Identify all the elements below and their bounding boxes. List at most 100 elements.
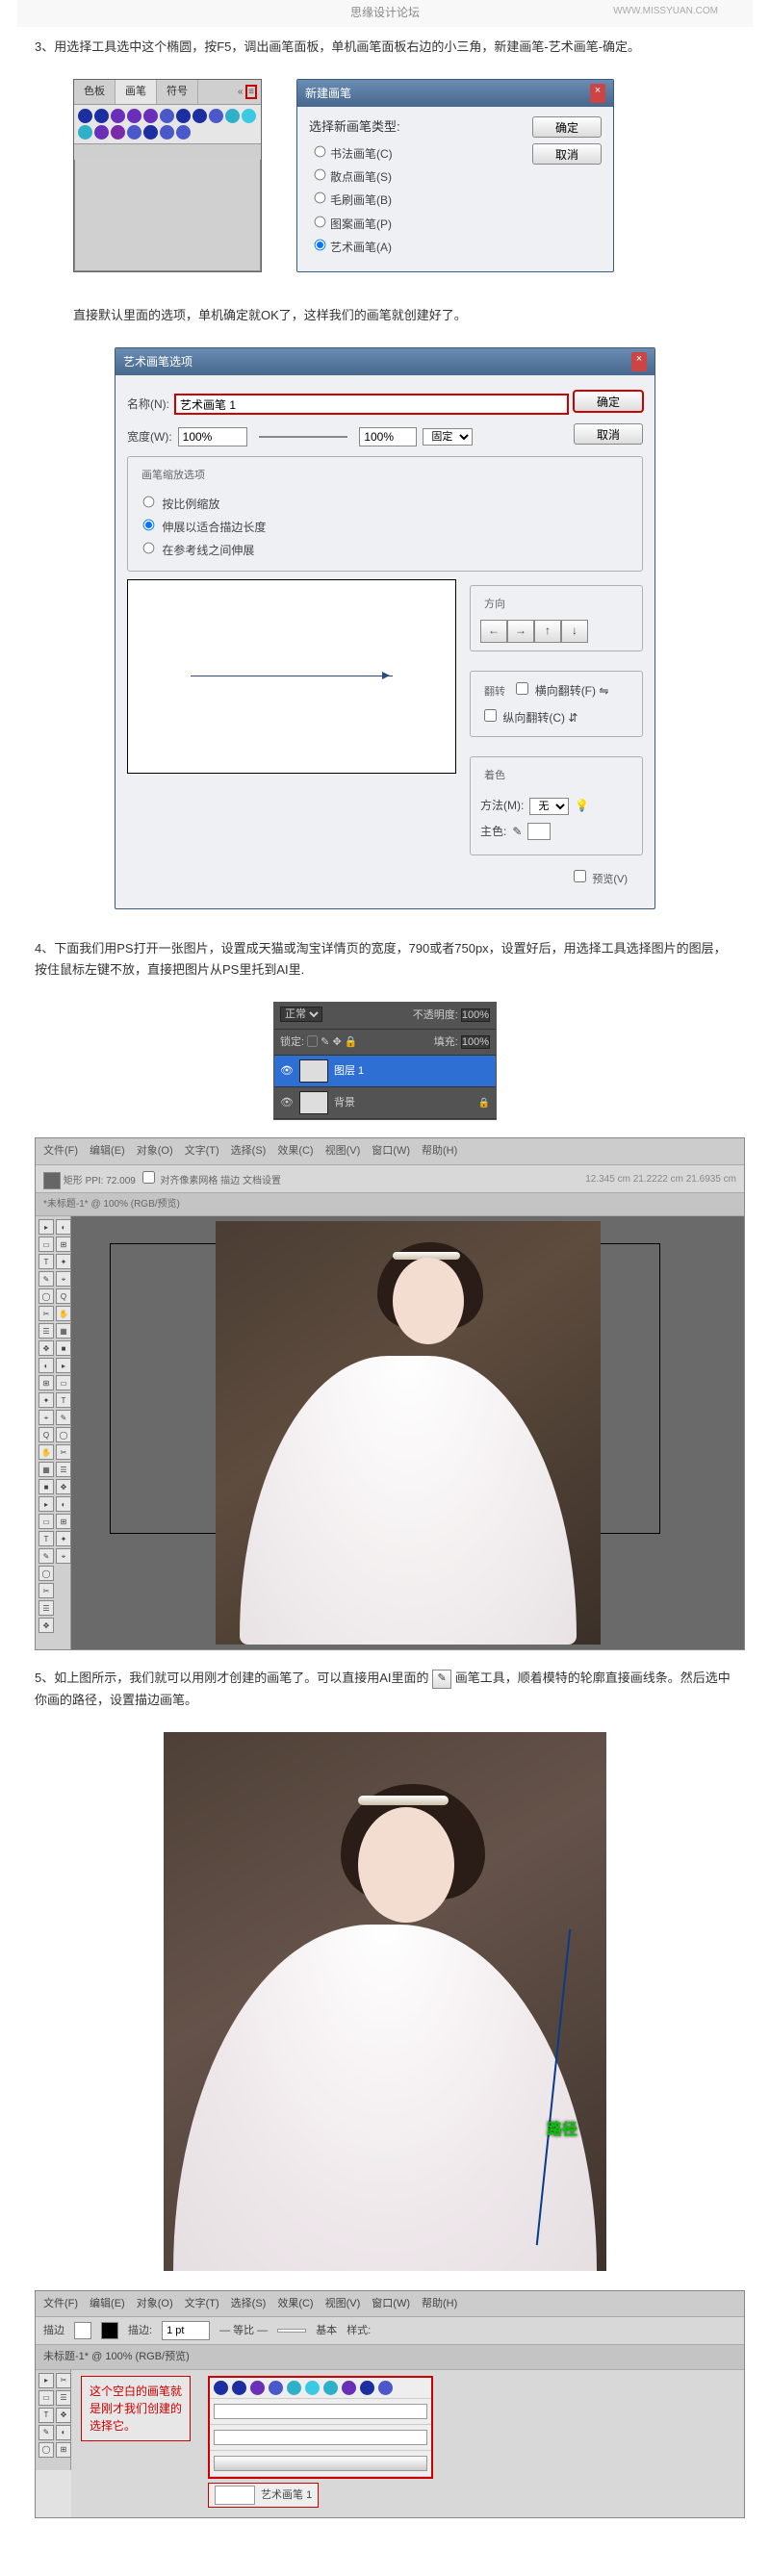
- menu-item[interactable]: 窗口(W): [372, 2295, 410, 2313]
- visibility-icon[interactable]: 👁: [280, 1062, 294, 1081]
- brush-swatch[interactable]: [176, 109, 191, 123]
- bride-photo[interactable]: [216, 1221, 601, 1645]
- tool-button[interactable]: ■: [56, 1340, 71, 1356]
- blend-mode-select[interactable]: 正常: [280, 1007, 322, 1022]
- brush-swatch[interactable]: [192, 109, 207, 123]
- tool-button[interactable]: ⊞: [56, 2442, 71, 2458]
- menu-item[interactable]: 编辑(E): [90, 2295, 125, 2313]
- brush-swatch[interactable]: [94, 125, 109, 140]
- direction-button[interactable]: →: [507, 620, 534, 643]
- menu-item[interactable]: 文件(F): [43, 1142, 78, 1160]
- tool-button[interactable]: T: [56, 1392, 71, 1408]
- tool-button[interactable]: ⊞: [56, 1514, 71, 1529]
- tool-button[interactable]: ✦: [56, 1254, 71, 1269]
- tool-button[interactable]: ✥: [56, 1479, 71, 1494]
- direction-button[interactable]: ↓: [561, 620, 588, 643]
- brush-swatch[interactable]: [269, 2381, 283, 2395]
- brush-preview-slot[interactable]: [277, 2329, 306, 2333]
- menu-item[interactable]: 对象(O): [137, 2295, 173, 2313]
- tool-button[interactable]: ▸: [38, 1496, 54, 1512]
- brush-swatch[interactable]: [111, 109, 125, 123]
- stroke-weight-input[interactable]: [162, 2321, 210, 2340]
- stroke-swatch[interactable]: [101, 2322, 118, 2339]
- menu-item[interactable]: 编辑(E): [90, 1142, 125, 1160]
- tool-button[interactable]: ⌖: [56, 1548, 71, 1564]
- brush-type-option[interactable]: 毛刷画笔(B): [309, 189, 521, 210]
- menu-item[interactable]: 文字(T): [185, 2295, 219, 2313]
- brush-swatch[interactable]: [78, 125, 92, 140]
- tool-button[interactable]: ✂: [38, 1583, 54, 1598]
- scale-option[interactable]: 伸展以适合描边长度: [138, 516, 632, 537]
- tool-button[interactable]: ▦: [38, 1462, 54, 1477]
- brush-swatch[interactable]: [250, 2381, 265, 2395]
- menu-item[interactable]: 文件(F): [43, 2295, 78, 2313]
- tool-button[interactable]: ▦: [56, 1323, 71, 1339]
- tool-button[interactable]: ✦: [56, 1531, 71, 1546]
- scale-option[interactable]: 按比例缩放: [138, 493, 632, 514]
- keycolor-swatch[interactable]: [527, 823, 551, 840]
- tool-button[interactable]: ⊞: [56, 1237, 71, 1252]
- brush-swatch[interactable]: [287, 2381, 301, 2395]
- tab-symbols[interactable]: 符号: [157, 80, 198, 104]
- tool-button[interactable]: Q: [56, 1288, 71, 1304]
- menu-item[interactable]: 选择(S): [231, 1142, 267, 1160]
- tool-button[interactable]: ✂: [38, 1306, 54, 1321]
- width-input[interactable]: [178, 427, 247, 446]
- tool-button[interactable]: T: [38, 1531, 54, 1546]
- tool-button[interactable]: ✎: [38, 1271, 54, 1287]
- bar-stroke[interactable]: 描边: [220, 1176, 240, 1186]
- ok-button[interactable]: 确定: [532, 116, 602, 138]
- cancel-button[interactable]: 取消: [532, 143, 602, 165]
- brush-name-input[interactable]: [175, 395, 568, 414]
- brush-swatch[interactable]: [127, 125, 141, 140]
- flip-h[interactable]: 横向翻转(F) ⇋: [512, 684, 608, 698]
- tool-button[interactable]: ▸: [56, 1358, 71, 1373]
- tool-button[interactable]: ▭: [38, 1237, 54, 1252]
- width-mode-select[interactable]: 固定: [423, 428, 473, 446]
- tool-button[interactable]: ◐: [56, 1219, 71, 1235]
- cancel-button[interactable]: 取消: [574, 423, 643, 445]
- tool-button[interactable]: T: [38, 2408, 54, 2423]
- brush-swatch[interactable]: [160, 125, 174, 140]
- brush-swatch[interactable]: [160, 109, 174, 123]
- tool-button[interactable]: ▭: [38, 1514, 54, 1529]
- brush-swatch[interactable]: [143, 125, 158, 140]
- brush-swatch[interactable]: [232, 2381, 246, 2395]
- tool-button[interactable]: ◐: [38, 1358, 54, 1373]
- ok-button[interactable]: 确定: [574, 391, 643, 412]
- tool-button[interactable]: ✥: [38, 1340, 54, 1356]
- tool-button[interactable]: ✥: [38, 1618, 54, 1633]
- tool-button[interactable]: Q: [38, 1427, 54, 1442]
- visibility-icon[interactable]: 👁: [280, 1094, 294, 1112]
- tool-button[interactable]: ▭: [56, 1375, 71, 1390]
- tool-button[interactable]: ✦: [38, 1392, 54, 1408]
- tool-button[interactable]: ✎: [38, 1548, 54, 1564]
- tool-button[interactable]: ■: [38, 1479, 54, 1494]
- tool-button[interactable]: ⌖: [56, 1271, 71, 1287]
- tool-button[interactable]: ☰: [38, 1323, 54, 1339]
- menu-item[interactable]: 效果(C): [277, 1142, 313, 1160]
- brush-swatch[interactable]: [214, 2381, 228, 2395]
- menu-item[interactable]: 视图(V): [325, 1142, 361, 1160]
- menu-item[interactable]: 帮助(H): [422, 2295, 457, 2313]
- width-input-2[interactable]: [359, 427, 417, 446]
- menu-item[interactable]: 对象(O): [137, 1142, 173, 1160]
- tool-button[interactable]: T: [38, 1254, 54, 1269]
- tool-button[interactable]: ✎: [38, 2425, 54, 2440]
- menu-item[interactable]: 效果(C): [277, 2295, 313, 2313]
- brush-swatch[interactable]: [378, 2381, 393, 2395]
- brush-type-option[interactable]: 图案画笔(P): [309, 213, 521, 234]
- tool-button[interactable]: ▸: [38, 1219, 54, 1235]
- brush-swatch[interactable]: [242, 109, 256, 123]
- method-select[interactable]: 无: [529, 798, 569, 815]
- brush-swatch[interactable]: [360, 2381, 374, 2395]
- brush-swatch[interactable]: [323, 2381, 338, 2395]
- tool-button[interactable]: ☰: [56, 2390, 71, 2406]
- tab-brushes[interactable]: 画笔: [116, 80, 157, 104]
- tool-button[interactable]: ▭: [38, 2390, 54, 2406]
- brush-swatch[interactable]: [342, 2381, 356, 2395]
- menu-item[interactable]: 文字(T): [185, 1142, 219, 1160]
- brush-type-option[interactable]: 散点画笔(S): [309, 166, 521, 187]
- scale-option[interactable]: 在参考线之间伸展: [138, 539, 632, 560]
- brush-type-option[interactable]: 艺术画笔(A): [309, 236, 521, 257]
